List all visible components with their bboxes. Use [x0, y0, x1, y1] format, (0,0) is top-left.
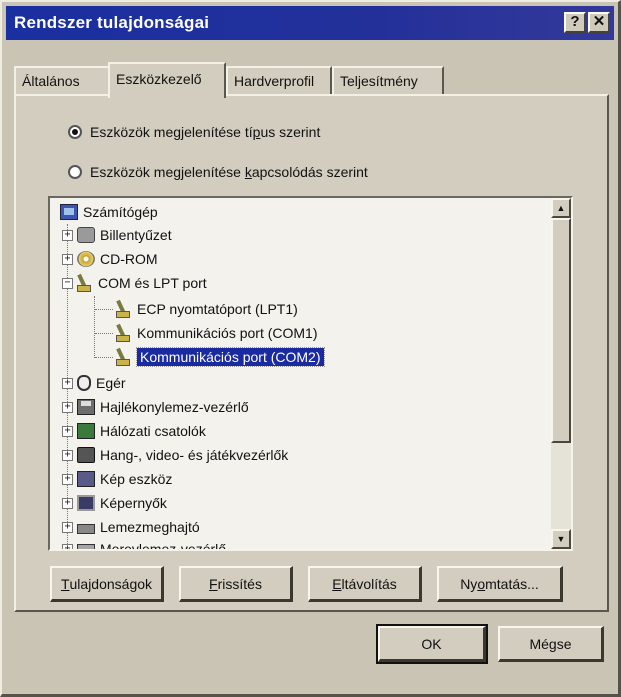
scroll-thumb[interactable] [551, 218, 571, 443]
scroll-down-button[interactable]: ▼ [551, 529, 571, 549]
print-button[interactable]: Ny o mtatás... [437, 566, 563, 602]
computer-icon [60, 204, 78, 220]
mouse-icon [77, 375, 91, 391]
tree-item-network-adapters[interactable]: + Hálózati csatolók [62, 419, 206, 443]
collapse-icon[interactable]: − [62, 277, 73, 289]
tree-item-keyboard[interactable]: + Billentyűzet [62, 223, 172, 247]
tree-item-mouse[interactable]: + Egér [62, 371, 126, 395]
ok-button[interactable]: OK [376, 624, 488, 664]
tree-connector-child [94, 296, 95, 358]
expand-icon[interactable]: + [62, 473, 73, 485]
hdd-icon [77, 544, 95, 549]
network-icon [77, 423, 95, 439]
radio-button-unchecked[interactable] [68, 165, 82, 179]
tree-item-monitors[interactable]: + Képernyők [62, 491, 167, 515]
refresh-button[interactable]: Frissítés [179, 566, 293, 602]
device-tree-list: Számítógép + Billentyűzet + CD-ROM − COM… [50, 198, 551, 549]
tree-item-com-lpt-ports[interactable]: − COM és LPT port [62, 271, 207, 295]
tree-item-hdd-controllers[interactable]: + Merevlemez-vezérlő [62, 537, 226, 549]
expand-icon[interactable]: + [62, 253, 73, 265]
cd-icon [77, 251, 95, 267]
device-tree[interactable]: Számítógép + Billentyűzet + CD-ROM − COM… [48, 196, 573, 551]
keyboard-icon [77, 227, 95, 243]
expand-icon[interactable]: + [62, 449, 73, 461]
tree-item-disk-drives[interactable]: + Lemezmeghajtó [62, 515, 200, 539]
radio-label-by-type: Eszközök megjelenítése típus szerint [90, 124, 321, 140]
window-title: Rendszer tulajdonságai [14, 13, 210, 32]
remove-button[interactable]: Eltávolítás [308, 566, 422, 602]
radio-view-by-type[interactable]: Eszközök megjelenítése típus szerint [68, 124, 320, 140]
expand-icon[interactable]: + [62, 401, 73, 413]
tree-item-computer[interactable]: Számítógép [60, 200, 158, 224]
radio-view-by-connection[interactable]: Eszközök megjelenítése kapcsolódás szeri… [68, 164, 368, 180]
port-icon [116, 300, 132, 318]
selected-item-label: Kommunikációs port (COM2) [136, 347, 325, 367]
radio-button-checked[interactable] [68, 125, 82, 139]
cancel-button[interactable]: Mégse [498, 626, 604, 662]
scroll-up-button[interactable]: ▲ [551, 198, 571, 218]
tree-item-com1[interactable]: Kommunikációs port (COM1) [116, 321, 318, 345]
close-button[interactable]: ✕ [588, 12, 610, 33]
vertical-scrollbar[interactable]: ▲ ▼ [551, 198, 571, 549]
port-icon [116, 324, 132, 342]
title-bar: Rendszer tulajdonságai ? ✕ [6, 6, 614, 40]
expand-icon[interactable]: + [62, 543, 73, 549]
expand-icon[interactable]: + [62, 425, 73, 437]
tab-device-manager[interactable]: Eszközkezelő [108, 62, 226, 98]
expand-icon[interactable]: + [62, 497, 73, 509]
expand-icon[interactable]: + [62, 229, 73, 241]
tab-hardware-profiles[interactable]: Hardverprofil [226, 66, 332, 96]
tree-item-com2[interactable]: Kommunikációs port (COM2) [116, 345, 325, 369]
port-icon [116, 348, 132, 366]
tab-general[interactable]: Általános [14, 66, 110, 96]
tree-item-cdrom[interactable]: + CD-ROM [62, 247, 158, 271]
sound-icon [77, 447, 95, 463]
device-manager-panel: Eszközök megjelenítése típus szerint Esz… [14, 94, 609, 612]
monitor-icon [77, 495, 95, 511]
help-button[interactable]: ? [564, 12, 586, 33]
tree-item-imaging-device[interactable]: + Kép eszköz [62, 467, 172, 491]
radio-label-by-connection: Eszközök megjelenítése kapcsolódás szeri… [90, 164, 368, 180]
system-properties-window: Rendszer tulajdonságai ? ✕ Általános Esz… [0, 0, 621, 697]
expand-icon[interactable]: + [62, 377, 73, 389]
tree-item-sound-video-game[interactable]: + Hang-, video- és játékvezérlők [62, 443, 288, 467]
disk-icon [77, 523, 95, 534]
tree-item-floppy-controller[interactable]: + Hajlékonylemez-vezérlő [62, 395, 249, 419]
port-icon [77, 274, 93, 292]
properties-button[interactable]: Tulajdonságok [50, 566, 164, 602]
floppy-icon [77, 399, 95, 415]
image-icon [77, 471, 95, 487]
tab-performance[interactable]: Teljesítmény [332, 66, 444, 96]
expand-icon[interactable]: + [62, 521, 73, 533]
tree-item-lpt1[interactable]: ECP nyomtatóport (LPT1) [116, 297, 298, 321]
